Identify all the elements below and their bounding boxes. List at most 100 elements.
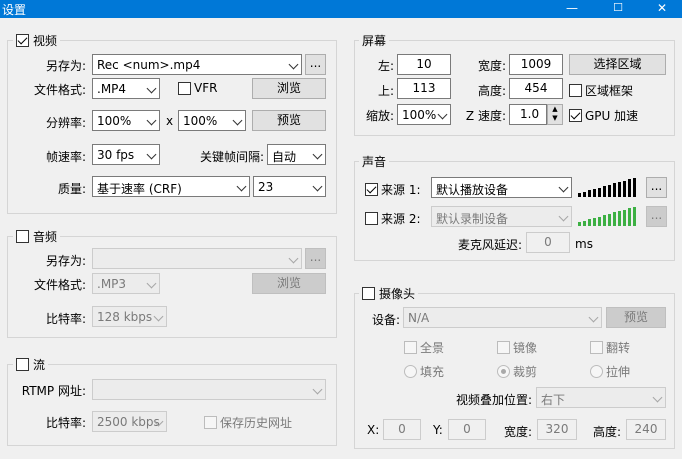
level-bar — [593, 189, 596, 197]
camera-height-label: 高度: — [593, 425, 622, 439]
resolution-preview-button[interactable]: 预览 — [252, 110, 326, 131]
fill-label: 填充 — [420, 365, 445, 379]
mic-delay-input[interactable]: 0 — [526, 232, 570, 253]
source2-checkbox-box[interactable] — [365, 212, 378, 225]
save-history-checkbox[interactable]: 保存历史网址 — [204, 414, 292, 431]
vfr-checkbox-box[interactable] — [178, 81, 191, 95]
framerate-select[interactable]: 30 fps — [92, 144, 160, 165]
stream-group — [7, 364, 337, 446]
left-input[interactable]: 10 — [397, 54, 451, 75]
audio-browse-button[interactable]: 浏览 — [252, 273, 326, 294]
gpu-accel-checkbox-box[interactable] — [569, 109, 582, 122]
source1-value: 默认播放设备 — [436, 183, 509, 197]
camera-group-title[interactable]: 摄像头 — [359, 285, 419, 301]
stream-group-title[interactable]: 流 — [13, 356, 49, 372]
zoom-value: 100% — [402, 108, 437, 122]
resolution-label: 分辨率: — [45, 116, 86, 130]
chevron-down-icon — [437, 109, 448, 120]
stretch-radio[interactable]: 拉伸 — [590, 363, 630, 380]
camera-device-value: N/A — [408, 311, 430, 325]
stretch-radio-dot[interactable] — [590, 365, 603, 378]
select-region-button[interactable]: 选择区域 — [569, 54, 666, 75]
mirror-checkbox[interactable]: 镜像 — [497, 339, 537, 356]
video-save-as-combo[interactable]: Rec <num>.mp4 — [92, 54, 302, 75]
resolution-height-combo[interactable]: 100% — [178, 110, 246, 131]
width-input[interactable]: 1009 — [509, 54, 563, 75]
resolution-width-combo[interactable]: 100% — [92, 110, 160, 131]
flip-checkbox-box[interactable] — [590, 341, 603, 354]
source2-checkbox[interactable]: 来源 2: — [365, 210, 421, 227]
source1-settings-button[interactable]: ... — [646, 177, 667, 198]
camera-width-label: 宽度: — [504, 425, 533, 439]
region-frame-checkbox-box[interactable] — [569, 84, 582, 97]
video-group-title[interactable]: 视频 — [13, 32, 61, 48]
fullscreen-checkbox[interactable]: 全景 — [404, 339, 444, 356]
chevron-down-icon — [588, 312, 599, 323]
source1-level-meter — [578, 177, 638, 198]
zoom-select[interactable]: 100% — [397, 104, 451, 125]
flip-checkbox[interactable]: 翻转 — [590, 339, 630, 356]
close-button[interactable]: ✕ — [640, 0, 682, 18]
video-save-as-browse-button[interactable]: ... — [305, 54, 326, 75]
crop-radio-dot[interactable] — [497, 365, 510, 378]
minimize-button[interactable]: — — [550, 0, 594, 18]
camera-enable-checkbox[interactable] — [362, 286, 375, 300]
level-bar — [598, 217, 601, 226]
vfr-checkbox[interactable]: VFR — [178, 81, 217, 95]
source2-select[interactable]: 默认录制设备 — [431, 206, 572, 227]
camera-y-input[interactable]: 0 — [448, 419, 486, 440]
gpu-accel-checkbox[interactable]: GPU 加速 — [569, 107, 638, 124]
audio-bitrate-select[interactable]: 128 kbps — [92, 306, 167, 327]
chevron-down-icon — [232, 115, 243, 126]
level-bar — [618, 211, 621, 226]
camera-x-label: X: — [367, 423, 380, 437]
level-bar — [628, 208, 631, 226]
video-enable-checkbox[interactable] — [16, 33, 29, 47]
source1-checkbox[interactable]: 来源 1: — [365, 181, 421, 198]
height-input[interactable]: 454 — [509, 78, 563, 99]
video-format-select[interactable]: .MP4 — [92, 78, 160, 99]
camera-height-input[interactable]: 240 — [626, 419, 666, 440]
audio-save-as-combo[interactable] — [92, 248, 302, 269]
source1-select[interactable]: 默认播放设备 — [431, 177, 572, 198]
audio-enable-checkbox[interactable] — [16, 229, 29, 243]
camera-device-select[interactable]: N/A — [403, 307, 602, 328]
fill-radio-dot[interactable] — [404, 365, 417, 378]
mirror-checkbox-box[interactable] — [497, 341, 510, 354]
zspeed-spinner[interactable]: ▲ ▼ — [547, 104, 563, 125]
audio-save-as-label: 另存为: — [45, 254, 86, 268]
stream-bitrate-select[interactable]: 2500 kbps — [92, 411, 167, 432]
camera-x-input[interactable]: 0 — [383, 419, 421, 440]
chevron-down-icon — [312, 149, 323, 160]
audio-save-as-browse-button[interactable]: ... — [305, 248, 326, 269]
keyframe-select[interactable]: 自动 — [267, 144, 326, 165]
stream-bitrate-value: 2500 kbps — [97, 415, 160, 429]
overlay-position-select[interactable]: 右下 — [536, 387, 666, 408]
fullscreen-checkbox-box[interactable] — [404, 341, 417, 354]
top-input[interactable]: 113 — [397, 78, 451, 99]
audio-group-title[interactable]: 音频 — [13, 228, 61, 244]
region-frame-checkbox[interactable]: 区域框架 — [569, 82, 633, 99]
height-label: 高度: — [477, 84, 506, 98]
camera-width-input[interactable]: 320 — [537, 419, 577, 440]
maximize-button[interactable]: ☐ — [596, 0, 640, 18]
level-bar — [603, 186, 606, 197]
window-title: 设置 — [2, 3, 27, 17]
crop-radio[interactable]: 裁剪 — [497, 363, 537, 380]
stream-enable-checkbox[interactable] — [16, 357, 29, 371]
audio-format-select[interactable]: .MP3 — [92, 273, 160, 294]
framerate-value: 30 fps — [97, 148, 135, 162]
quality-mode-select[interactable]: 基于速率 (CRF) — [92, 176, 250, 197]
camera-y-label: Y: — [433, 423, 443, 437]
video-browse-button[interactable]: 浏览 — [252, 78, 326, 99]
camera-preview-button[interactable]: 预览 — [606, 307, 666, 328]
source2-settings-button[interactable]: ... — [646, 206, 667, 227]
quality-value-combo[interactable]: 23 — [253, 176, 326, 197]
sound-title: 声音 — [362, 154, 387, 169]
source1-checkbox-box[interactable] — [365, 183, 378, 196]
save-history-checkbox-box[interactable] — [204, 416, 217, 429]
fill-radio[interactable]: 填充 — [404, 363, 444, 380]
level-bar — [618, 182, 621, 197]
zspeed-input[interactable]: 1.0 — [509, 104, 547, 125]
rtmp-url-combo[interactable] — [92, 379, 326, 400]
